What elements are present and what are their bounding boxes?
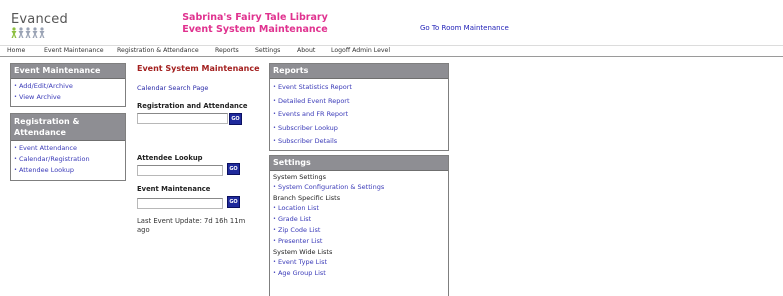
bullet-icon: • [14,167,17,173]
registration-go-button[interactable]: GO [229,113,242,125]
zip-code-list-link[interactable]: • Zip Code List [273,225,445,236]
nav-reports[interactable]: Reports [215,47,239,54]
registration-attendance-label: Registration and Attendance [137,102,248,110]
nav-home[interactable]: Home [7,47,25,54]
bullet-icon: • [14,156,17,162]
event-go-button[interactable]: GO [227,196,240,208]
registration-panel: Registration & Attendance • Event Attenda… [10,113,126,181]
events-fr-report-link[interactable]: • Events and FR Report [273,108,445,122]
calendar-registration-link[interactable]: • Calendar/Registration [14,154,122,165]
nav-event-maintenance[interactable]: Event Maintenance [44,47,104,54]
bullet-icon: • [273,84,276,90]
registration-heading: Registration & Attendance [11,114,125,141]
last-event-update: Last Event Update: 7d 16h 11m ago [137,217,246,234]
nav-settings[interactable]: Settings [255,47,280,54]
event-statistics-report-link[interactable]: • Event Statistics Report [273,81,445,95]
bullet-icon: • [273,205,276,211]
bullet-icon: • [273,97,276,104]
location-list-link[interactable]: • Location List [273,203,445,214]
bullet-icon: • [273,238,276,244]
bullet-icon: • [14,94,17,100]
event-maintenance-panel: Event Maintenance • Add/Edit/Archive • Vie… [10,63,126,107]
system-configuration-link[interactable]: • System Configuration & Settings [273,182,445,193]
settings-panel: Settings System Settings • System Configu… [269,155,449,296]
bullet-icon: • [273,270,276,276]
nav-about[interactable]: About [297,47,315,54]
reports-panel: Reports • Event Statistics Report • Detail… [269,63,449,151]
nav-registration-attendance[interactable]: Registration & Attendance [117,47,199,54]
attendee-lookup-link[interactable]: • Attendee Lookup [14,165,122,176]
grade-list-link[interactable]: • Grade List [273,214,445,225]
reports-heading: Reports [270,64,448,79]
view-archive-link[interactable]: • View Archive [14,92,122,103]
event-attendance-link[interactable]: • Event Attendance [14,143,122,154]
room-maintenance-link[interactable]: Go To Room Maintenance [420,24,509,32]
bullet-icon: • [273,259,276,265]
nav-logoff[interactable]: Logoff Admin Level [331,47,390,54]
bullet-icon: • [273,111,276,117]
logo-people-icon [11,27,45,38]
presenter-list-link[interactable]: • Presenter List [273,236,445,247]
add-edit-archive-link[interactable]: • Add/Edit/Archive [14,81,122,92]
bullet-icon: • [14,145,17,151]
detailed-event-report-link[interactable]: • Detailed Event Report [273,95,445,109]
event-maintenance-label: Event Maintenance [137,185,211,193]
site-title: Sabrina's Fairy Tale Library Event Syste… [150,12,360,36]
attendee-lookup-input[interactable] [137,165,223,176]
age-group-list-link[interactable]: • Age Group List [273,268,445,279]
branch-lists-label: Branch Specific Lists [273,194,341,202]
attendee-lookup-label: Attendee Lookup [137,154,203,162]
library-name: Sabrina's Fairy Tale Library [182,12,328,23]
bullet-icon: • [273,184,276,190]
bullet-icon: • [273,138,276,144]
event-maintenance-input[interactable] [137,198,223,209]
settings-heading: Settings [270,156,448,171]
system-wide-lists-label: System Wide Lists [273,248,333,256]
attendee-go-button[interactable]: GO [227,163,240,175]
registration-search-input[interactable] [137,113,228,124]
system-settings-label: System Settings [273,173,326,181]
bullet-icon: • [273,227,276,233]
main-nav: Home Event Maintenance Registration & At… [0,45,783,57]
bullet-icon: • [14,83,17,89]
subscriber-lookup-link[interactable]: • Subscriber Lookup [273,122,445,136]
calendar-search-link[interactable]: Calendar Search Page [137,84,208,92]
evanced-logo: Evanced [11,13,71,40]
page-name: Event System Maintenance [182,24,328,35]
bullet-icon: • [273,124,276,131]
event-type-list-link[interactable]: • Event Type List [273,257,445,268]
subscriber-details-link[interactable]: • Subscriber Details [273,135,445,149]
event-maintenance-heading: Event Maintenance [11,64,125,79]
logo-text: Evanced [11,12,68,27]
middle-title: Event System Maintenance [137,64,260,73]
bullet-icon: • [273,216,276,222]
